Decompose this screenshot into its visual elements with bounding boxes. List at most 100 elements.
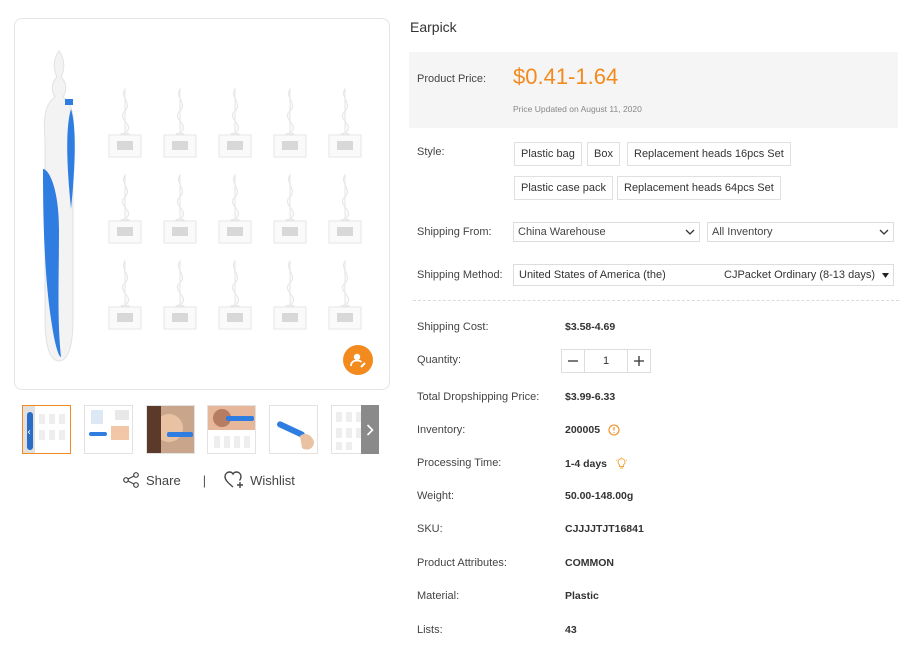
ear-tip-head: [340, 173, 350, 221]
thumbnail-4[interactable]: [207, 405, 256, 454]
action-separator: |: [202, 472, 207, 488]
lists-value: 43: [565, 624, 577, 636]
price-panel: Product Price: $0.41-1.64 Price Updated …: [409, 52, 898, 128]
share-wishlist-row: Share | Wishlist: [122, 470, 295, 490]
inventory-select[interactable]: All Inventory: [707, 222, 894, 242]
warehouse-select[interactable]: China Warehouse: [513, 222, 700, 242]
thumbnail-image: ‹: [23, 406, 65, 453]
ear-tip-grip: [282, 141, 298, 150]
ear-tip-grip: [337, 141, 353, 150]
ear-tip-grip: [227, 141, 243, 150]
thumbnail-next-button[interactable]: [361, 405, 379, 454]
clock-icon[interactable]: [608, 424, 620, 436]
style-option-box[interactable]: Box: [587, 142, 620, 166]
ear-tip-head: [285, 259, 295, 307]
price-label: Product Price:: [417, 73, 487, 85]
shipping-country: United States of America (the): [519, 269, 666, 281]
processing-time-value: 1-4 days: [565, 457, 608, 470]
ear-tip-grip: [117, 141, 133, 150]
thumbnail-5[interactable]: [269, 405, 318, 454]
ear-tip-grip: [337, 313, 353, 322]
thumbnail-3[interactable]: [146, 405, 195, 454]
thumbnail-image: [208, 406, 255, 448]
style-label: Style:: [417, 146, 445, 158]
ear-tip-head: [175, 173, 185, 221]
price-value: $0.41-1.64: [513, 64, 619, 89]
style-option-16pcs-set[interactable]: Replacement heads 16pcs Set: [627, 142, 791, 166]
style-option-plastic-case-pack[interactable]: Plastic case pack: [514, 176, 613, 200]
shipping-cost-value: $3.58-4.69: [565, 321, 616, 333]
person-edit-icon: [350, 353, 366, 368]
ear-tip-grip: [337, 227, 353, 236]
svg-text:‹: ‹: [27, 427, 31, 438]
ear-tip-head: [175, 87, 185, 135]
ear-tip-head: [120, 259, 130, 307]
style-option-64pcs-set[interactable]: Replacement heads 64pcs Set: [617, 176, 781, 200]
share-button[interactable]: Share: [146, 473, 181, 488]
shipping-cost-label: Shipping Cost:: [417, 321, 489, 333]
quantity-increase-button[interactable]: [628, 350, 650, 372]
inventory-filter-value: All Inventory: [712, 226, 773, 238]
ear-tip-grip: [172, 313, 188, 322]
shipping-method-label: Shipping Method:: [417, 269, 503, 281]
ear-tip-head: [175, 259, 185, 307]
thumbnail-2[interactable]: [84, 405, 133, 454]
quantity-decrease-button[interactable]: [562, 350, 584, 372]
processing-time-row: 1-4 days: [565, 457, 628, 470]
ear-tip-grip: [282, 227, 298, 236]
product-attributes-label: Product Attributes:: [417, 557, 507, 569]
price-updated-text: Price Updated on August 11, 2020: [513, 104, 642, 114]
quantity-label: Quantity:: [417, 354, 462, 366]
chevron-down-icon: [879, 229, 889, 235]
weight-label: Weight:: [417, 490, 455, 502]
product-title: Earpick: [410, 19, 457, 35]
ear-tip-head: [120, 87, 130, 135]
ear-tip-head: [230, 87, 240, 135]
weight-value: 50.00-148.00g: [565, 490, 634, 502]
lightbulb-icon[interactable]: [615, 457, 628, 470]
material-value: Plastic: [565, 590, 599, 602]
sku-value: CJJJJTJT16841: [565, 523, 644, 535]
chevron-right-icon: [366, 423, 374, 436]
thumbnail-1[interactable]: ‹: [22, 405, 71, 454]
ear-tip-grip: [117, 313, 133, 322]
inventory-row: 200005: [565, 424, 620, 436]
shipping-carrier: CJPacket Ordinary (8-13 days): [724, 269, 875, 281]
product-photo: [43, 50, 362, 362]
inventory-label: Inventory:: [417, 424, 466, 436]
ear-tip-grip: [172, 141, 188, 150]
ear-tip-grip: [117, 227, 133, 236]
ear-tip-grip: [227, 313, 243, 322]
sku-label: SKU:: [417, 523, 443, 535]
quantity-stepper: 1: [561, 349, 651, 373]
edit-image-button[interactable]: [343, 345, 373, 375]
ear-tip-grip: [227, 227, 243, 236]
quantity-input[interactable]: 1: [584, 350, 628, 372]
ear-tip-head: [120, 173, 130, 221]
inventory-value: 200005: [565, 424, 601, 436]
plus-icon: [634, 356, 644, 366]
shipping-from-label: Shipping From:: [417, 226, 492, 238]
shipping-method-select[interactable]: United States of America (the) CJPacket …: [513, 264, 894, 286]
thumbnail-image: [147, 406, 194, 453]
lists-label: Lists:: [417, 624, 443, 636]
wishlist-button[interactable]: Wishlist: [250, 473, 295, 488]
share-icon[interactable]: [122, 471, 140, 489]
main-product-image[interactable]: [14, 18, 390, 390]
ear-tip-grip: [172, 227, 188, 236]
thumbnail-image: [89, 410, 129, 440]
heart-plus-icon[interactable]: [224, 471, 246, 489]
warehouse-value: China Warehouse: [518, 226, 606, 238]
ear-tip-grip: [282, 313, 298, 322]
style-option-plastic-bag[interactable]: Plastic bag: [514, 142, 582, 166]
ear-tip-head: [230, 173, 240, 221]
ear-tip-head: [285, 87, 295, 135]
thumbnail-image: [277, 421, 314, 450]
section-divider: [413, 300, 899, 301]
ear-tip-head: [340, 259, 350, 307]
thumbnail-strip: ‹: [22, 405, 382, 455]
chevron-down-icon: [685, 229, 695, 235]
ear-tip-head: [230, 259, 240, 307]
total-price-value: $3.99-6.33: [565, 391, 616, 403]
product-attributes-value: COMMON: [565, 557, 614, 569]
